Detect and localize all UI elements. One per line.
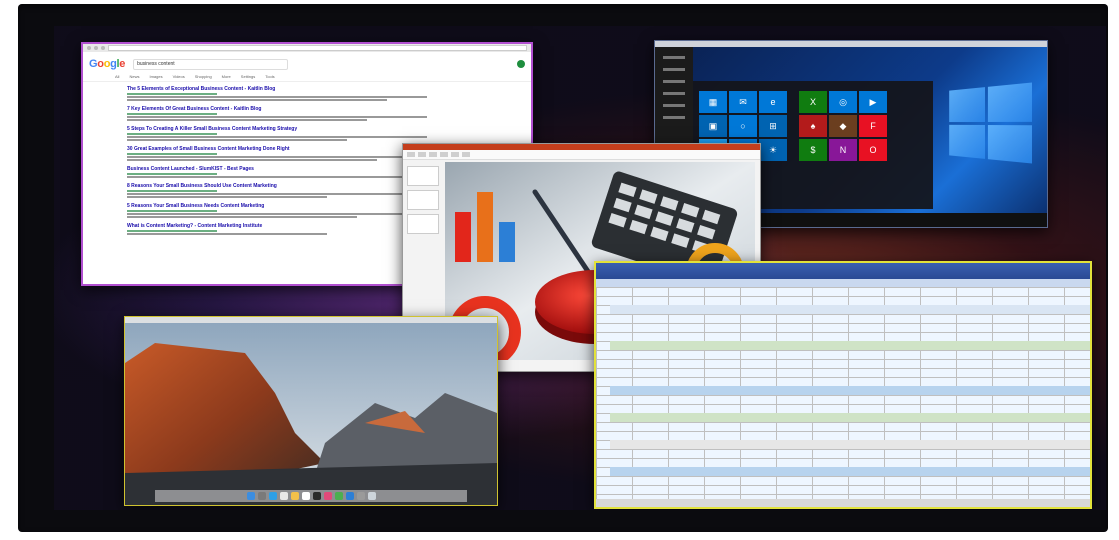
spreadsheet-window[interactable] (594, 261, 1092, 509)
avatar[interactable] (517, 60, 525, 68)
toolbar-button[interactable] (440, 152, 448, 157)
url-field[interactable] (108, 45, 527, 51)
formula-bar[interactable] (596, 279, 1090, 287)
table-row[interactable] (610, 467, 1090, 476)
sidebar-item[interactable] (663, 56, 685, 59)
table-row[interactable] (610, 386, 1090, 395)
table-row[interactable] (610, 305, 1090, 314)
table-row[interactable] (610, 341, 1090, 350)
finder-icon[interactable] (246, 492, 255, 500)
dock (155, 490, 467, 502)
toolbar-button[interactable] (451, 152, 459, 157)
calendar-tile[interactable]: ▦ (699, 91, 727, 113)
sidebar-item[interactable] (663, 92, 685, 95)
tab-tools[interactable]: Tools (265, 74, 274, 79)
solitaire-tile[interactable]: ♠ (799, 115, 827, 137)
money-tile[interactable]: $ (799, 139, 827, 161)
photos-tile[interactable]: ▣ (699, 115, 727, 137)
xbox-tile[interactable]: X (799, 91, 827, 113)
game-tile[interactable]: ◆ (829, 115, 857, 137)
tab-shopping[interactable]: Shopping (195, 74, 212, 79)
list-item[interactable]: 5 Steps To Creating A Killer Small Busin… (127, 126, 531, 141)
mail-icon[interactable]: ✉ (729, 91, 757, 113)
forward-icon[interactable] (94, 46, 98, 50)
macos-desktop-window[interactable] (124, 316, 498, 506)
tile-group-right: X ◎ ▶ ♠ ◆ F $ N O (799, 91, 887, 161)
onenote-tile[interactable]: N (829, 139, 857, 161)
sheet-tabs[interactable] (596, 499, 1090, 507)
slide-thumbnails (407, 166, 439, 238)
slide-thumbnail[interactable] (407, 190, 439, 210)
desktop-screen: Google business content All News Images … (54, 26, 1106, 510)
mail-icon[interactable] (279, 492, 288, 500)
sidebar-item[interactable] (663, 80, 685, 83)
slide-thumbnail[interactable] (407, 166, 439, 186)
window-title-bar[interactable] (655, 41, 1047, 47)
movies-tile[interactable]: ▶ (859, 91, 887, 113)
tab-settings[interactable]: Settings (241, 74, 255, 79)
tab-all[interactable]: All (115, 74, 119, 79)
sidebar-item[interactable] (663, 68, 685, 71)
toolbar-button[interactable] (429, 152, 437, 157)
back-icon[interactable] (87, 46, 91, 50)
table-row[interactable] (610, 413, 1090, 422)
browser-address-bar[interactable] (83, 44, 531, 52)
launchpad-icon[interactable] (257, 492, 266, 500)
toolbar-button[interactable] (462, 152, 470, 157)
toolbar-button[interactable] (418, 152, 426, 157)
table-row[interactable] (610, 440, 1090, 449)
weather-tile[interactable]: ☀ (759, 139, 787, 161)
appstore-icon[interactable] (345, 492, 354, 500)
itunes-icon[interactable] (323, 492, 332, 500)
reload-icon[interactable] (101, 46, 105, 50)
terminal-icon[interactable] (312, 492, 321, 500)
office-tile[interactable]: O (859, 139, 887, 161)
sidebar-item[interactable] (663, 116, 685, 119)
flipboard-tile[interactable]: F (859, 115, 887, 137)
ribbon-toolbar (403, 150, 760, 160)
google-logo[interactable]: Google (89, 58, 125, 70)
list-item[interactable]: 7 Key Elements Of Great Business Content… (127, 106, 531, 121)
trash-icon[interactable] (367, 492, 376, 500)
list-item[interactable]: The 5 Elements of Exceptional Business C… (127, 86, 531, 101)
store-icon[interactable]: ⊞ (759, 115, 787, 137)
slide-thumbnail[interactable] (407, 214, 439, 234)
mountain-wallpaper (125, 323, 497, 505)
cortana-tile[interactable]: ○ (729, 115, 757, 137)
toolbar-button[interactable] (407, 152, 415, 157)
windows-logo-icon (949, 82, 1032, 164)
monitor-bezel: Google business content All News Images … (18, 4, 1108, 532)
search-input[interactable]: business content (133, 58, 289, 70)
tab-news[interactable]: News (129, 74, 139, 79)
maps-icon[interactable] (334, 492, 343, 500)
cell-grid[interactable] (596, 287, 1090, 499)
tab-more[interactable]: More (222, 74, 231, 79)
spreadsheet-toolbar[interactable] (596, 263, 1090, 279)
sidebar-item[interactable] (663, 104, 685, 107)
edge-icon[interactable]: e (759, 91, 787, 113)
groove-tile[interactable]: ◎ (829, 91, 857, 113)
safari-icon[interactable] (268, 492, 277, 500)
settings-icon[interactable] (356, 492, 365, 500)
notes-icon[interactable] (290, 492, 299, 500)
tab-videos[interactable]: Videos (173, 74, 185, 79)
calendar-icon[interactable] (301, 492, 310, 500)
search-tabs: All News Images Videos Shopping More Set… (83, 72, 531, 82)
tab-images[interactable]: Images (149, 74, 162, 79)
